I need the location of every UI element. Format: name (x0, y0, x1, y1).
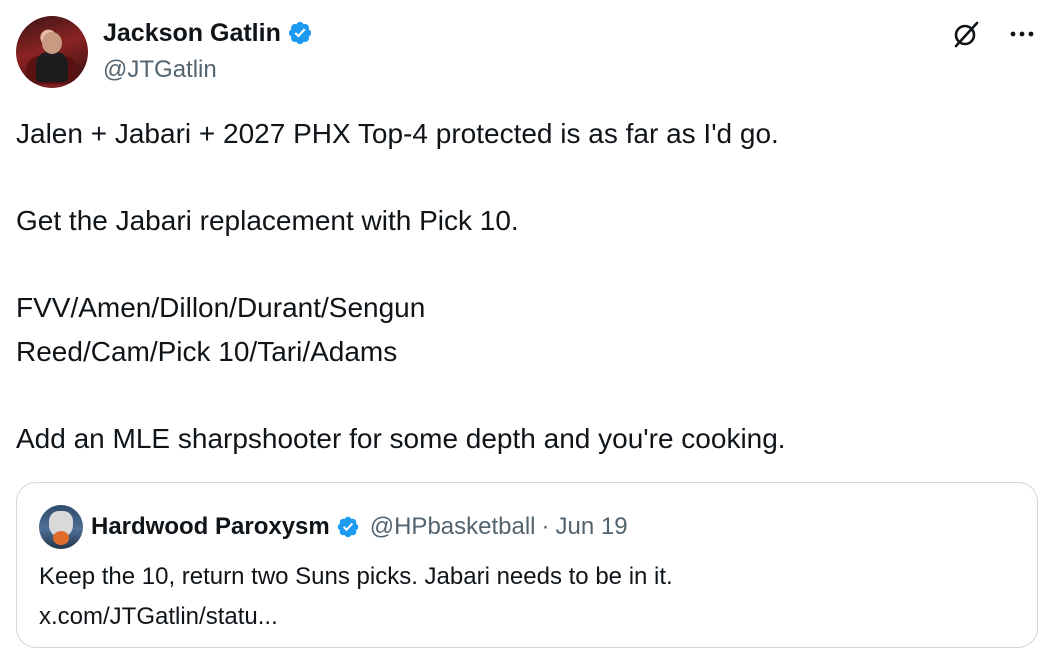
avatar-body (36, 52, 68, 82)
avatar-basketball (53, 531, 69, 545)
verified-badge-icon (288, 21, 311, 45)
quoted-tweet-date[interactable]: Jun 19 (556, 513, 628, 541)
tweet-line-gap (16, 243, 1026, 287)
tweet-line: Jalen + Jabari + 2027 PHX Top-4 protecte… (16, 118, 779, 149)
tweet-top-actions (950, 18, 1038, 50)
verified-badge-icon (337, 516, 358, 538)
tweet-line: FVV/Amen/Dillon/Durant/Sengun (16, 292, 426, 323)
author-avatar[interactable] (16, 16, 88, 88)
author-name-row: Jackson Gatlin (103, 16, 313, 50)
more-options-icon[interactable] (1006, 18, 1038, 50)
quoted-tweet-body: Keep the 10, return two Suns picks. Jaba… (39, 563, 673, 590)
meta-separator: · (541, 513, 550, 540)
author-name[interactable]: Jackson Gatlin (103, 19, 281, 48)
tweet-line: Get the Jabari replacement with Pick 10. (16, 205, 519, 236)
quoted-tweet-header: Hardwood Paroxysm @HPbasketball · Jun 19 (39, 505, 628, 549)
quoted-tweet-link[interactable]: x.com/JTGatlin/statu... (39, 597, 673, 637)
avatar-head (42, 32, 62, 54)
tweet-text: Jalen + Jabari + 2027 PHX Top-4 protecte… (16, 112, 1026, 460)
grok-icon[interactable] (950, 18, 982, 50)
quoted-author-avatar[interactable] (39, 505, 83, 549)
tweet-line-gap (16, 373, 1026, 417)
tweet-line: Reed/Cam/Pick 10/Tari/Adams (16, 335, 398, 367)
author-handle[interactable]: @JTGatlin (103, 56, 217, 84)
tweet-line: Add an MLE sharpshooter for some depth a… (16, 422, 786, 454)
quoted-author-handle[interactable]: @HPbasketball (370, 513, 536, 541)
tweet-line-gap (16, 156, 1026, 200)
quoted-tweet-text: Keep the 10, return two Suns picks. Jaba… (39, 557, 673, 637)
quoted-author-name[interactable]: Hardwood Paroxysm (91, 513, 330, 541)
quoted-tweet-card[interactable]: Hardwood Paroxysm @HPbasketball · Jun 19… (16, 482, 1038, 648)
